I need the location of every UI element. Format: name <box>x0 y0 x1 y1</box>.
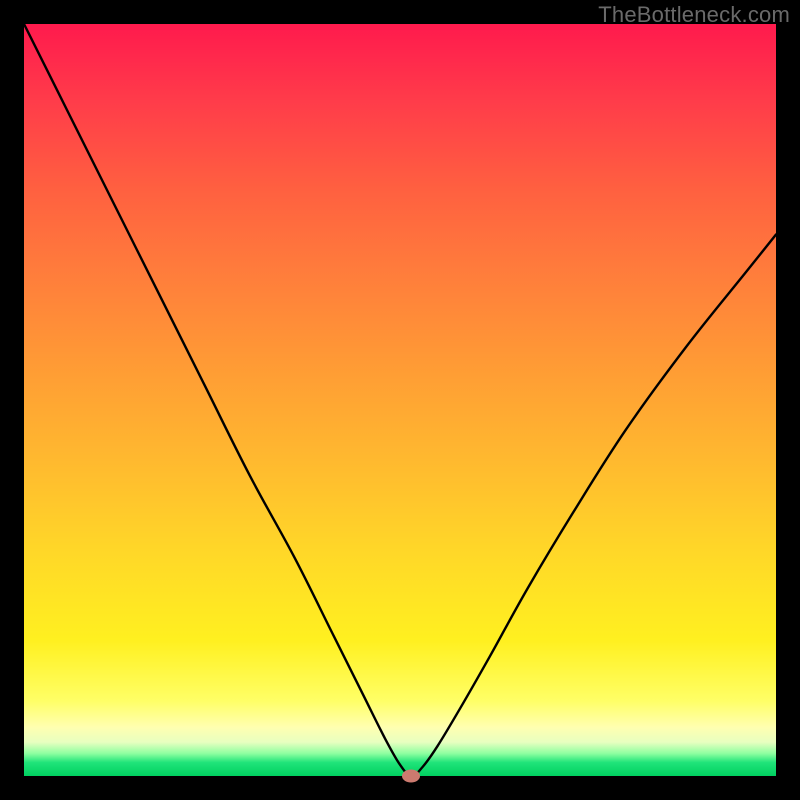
chart-frame: TheBottleneck.com <box>0 0 800 800</box>
bottleneck-curve <box>24 24 776 776</box>
plot-area <box>24 24 776 776</box>
curve-svg <box>24 24 776 776</box>
optimal-marker <box>402 770 420 783</box>
